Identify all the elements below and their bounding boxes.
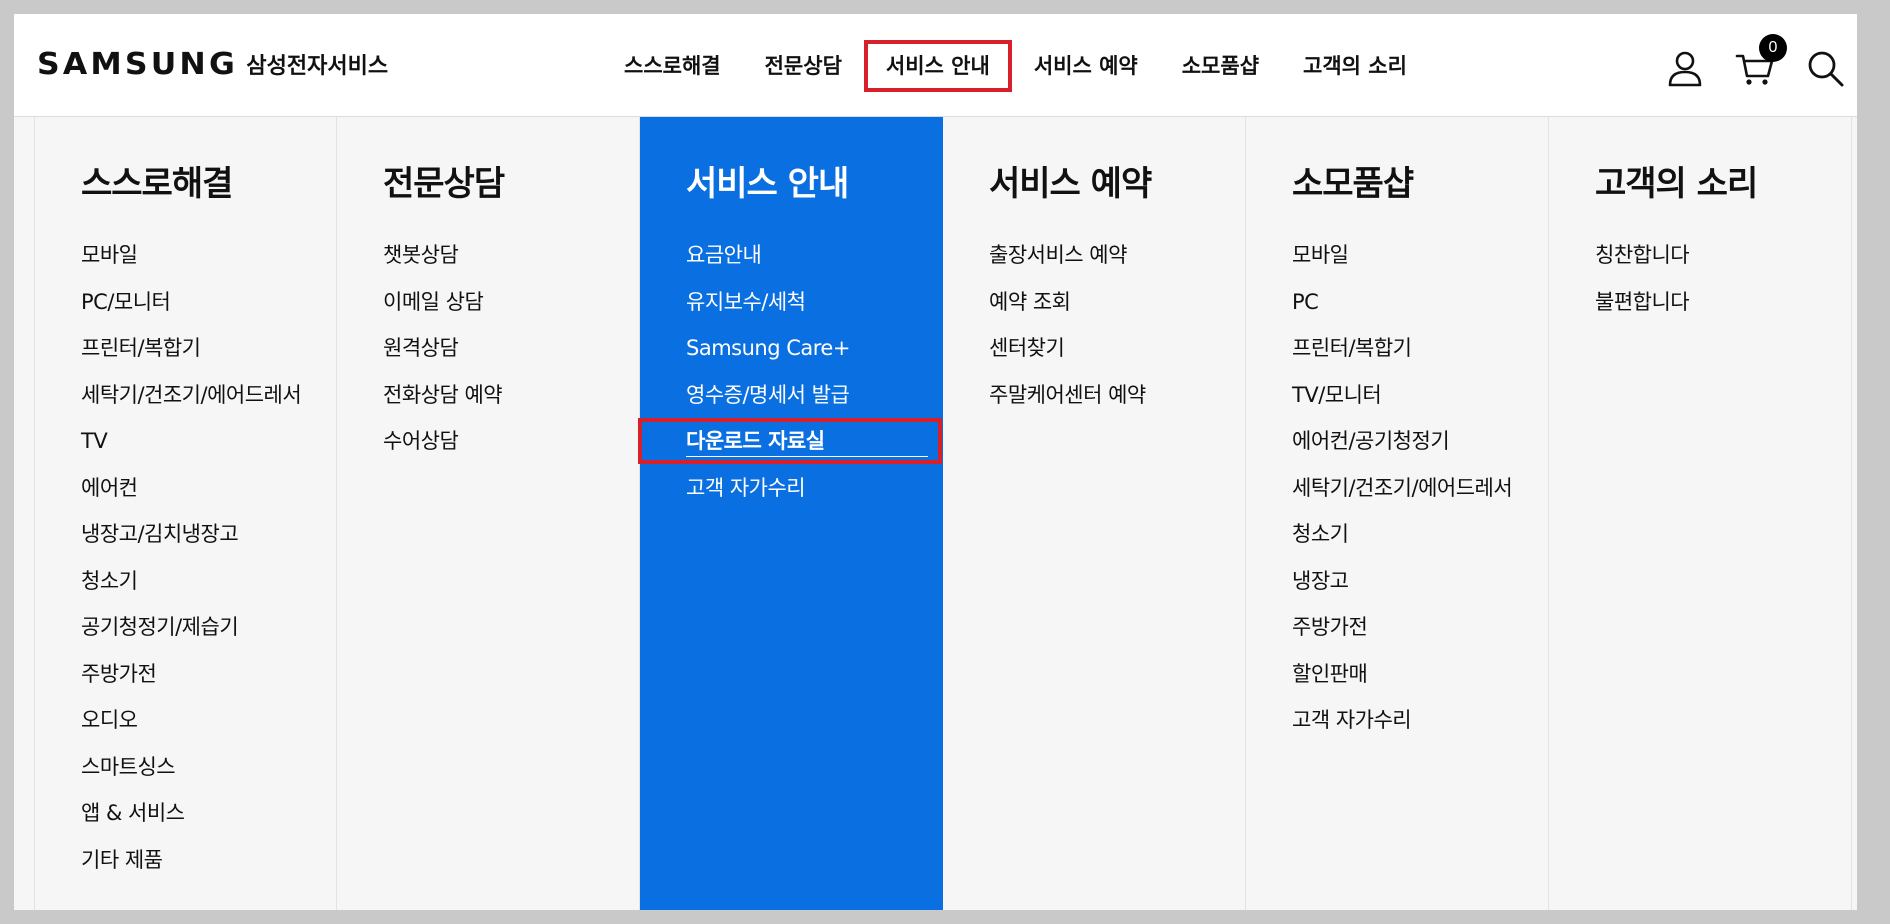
- menu-link[interactable]: 챗봇상담: [383, 232, 639, 279]
- menu-link[interactable]: 이메일 상담: [383, 279, 639, 326]
- menu-column-service-reservation: 서비스 예약 출장서비스 예약 예약 조회 센터찾기 주말케어센터 예약: [943, 117, 1246, 910]
- site-header: SAMSUNG 삼성전자서비스 스스로해결 전문상담 서비스 안내 서비스 예약…: [14, 14, 1857, 117]
- nav-service-guide[interactable]: 서비스 안내: [863, 40, 1012, 92]
- highlight-box: [638, 418, 942, 464]
- menu-link[interactable]: 영수증/명세서 발급: [686, 372, 942, 419]
- menu-link[interactable]: Samsung Care+: [686, 325, 942, 372]
- menu-link[interactable]: 전화상담 예약: [383, 372, 639, 419]
- menu-column-self-solve: 스스로해결 모바일 PC/모니터 프린터/복합기 세탁기/건조기/에어드레서 T…: [34, 117, 337, 910]
- menu-column-consumables-shop: 소모품샵 모바일 PC 프린터/복합기 TV/모니터 에어컨/공기청정기 세탁기…: [1246, 117, 1549, 910]
- search-icon[interactable]: [1805, 48, 1845, 88]
- menu-link[interactable]: 청소기: [81, 558, 336, 605]
- menu-link[interactable]: 프린터/복합기: [81, 325, 336, 372]
- menu-link[interactable]: 주방가전: [1292, 604, 1548, 651]
- menu-link[interactable]: 고객 자가수리: [686, 465, 942, 512]
- menu-link[interactable]: TV/모니터: [1292, 372, 1548, 419]
- menu-link[interactable]: 요금안내: [686, 232, 942, 279]
- menu-link[interactable]: 오디오: [81, 697, 336, 744]
- user-icon[interactable]: [1665, 48, 1705, 88]
- menu-link[interactable]: 할인판매: [1292, 651, 1548, 698]
- browser-viewport: SAMSUNG 삼성전자서비스 스스로해결 전문상담 서비스 안내 서비스 예약…: [14, 14, 1857, 910]
- menu-link[interactable]: 앱 & 서비스: [81, 790, 336, 837]
- menu-link[interactable]: TV: [81, 418, 336, 465]
- nav-expert-consult[interactable]: 전문상담: [743, 40, 864, 92]
- menu-link[interactable]: 스마트싱스: [81, 744, 336, 791]
- cart-count-badge: 0: [1759, 34, 1787, 62]
- main-navigation: 스스로해결 전문상담 서비스 안내 서비스 예약 소모품샵 고객의 소리: [602, 40, 1429, 92]
- menu-link[interactable]: 에어컨: [81, 465, 336, 512]
- menu-link[interactable]: 유지보수/세척: [686, 279, 942, 326]
- logo-brand: SAMSUNG: [37, 46, 238, 82]
- menu-link[interactable]: 세탁기/건조기/에어드레서: [1292, 465, 1548, 512]
- menu-link-download-center[interactable]: 다운로드 자료실: [638, 418, 942, 465]
- samsung-logo[interactable]: SAMSUNG 삼성전자서비스: [37, 44, 388, 84]
- menu-link[interactable]: 에어컨/공기청정기: [1292, 418, 1548, 465]
- nav-service-reservation[interactable]: 서비스 예약: [1012, 40, 1160, 92]
- menu-link[interactable]: 냉장고: [1292, 558, 1548, 605]
- menu-link[interactable]: 세탁기/건조기/에어드레서: [81, 372, 336, 419]
- menu-column-expert-consult: 전문상담 챗봇상담 이메일 상담 원격상담 전화상담 예약 수어상담: [337, 117, 640, 910]
- menu-link[interactable]: 고객 자가수리: [1292, 697, 1548, 744]
- menu-right-gap: [1852, 117, 1857, 910]
- nav-self-solve[interactable]: 스스로해결: [602, 40, 743, 92]
- mega-menu: 스스로해결 모바일 PC/모니터 프린터/복합기 세탁기/건조기/에어드레서 T…: [14, 117, 1857, 910]
- menu-link[interactable]: 모바일: [81, 232, 336, 279]
- menu-link[interactable]: 센터찾기: [989, 325, 1245, 372]
- menu-link[interactable]: PC/모니터: [81, 279, 336, 326]
- menu-column-customer-voice: 고객의 소리 칭찬합니다 불편합니다: [1549, 117, 1852, 910]
- column-title[interactable]: 서비스 예약: [989, 160, 1245, 208]
- menu-link[interactable]: 프린터/복합기: [1292, 325, 1548, 372]
- menu-link[interactable]: 칭찬합니다: [1595, 232, 1851, 279]
- menu-link[interactable]: 예약 조회: [989, 279, 1245, 326]
- menu-link[interactable]: 불편합니다: [1595, 279, 1851, 326]
- menu-link[interactable]: 청소기: [1292, 511, 1548, 558]
- column-title[interactable]: 서비스 안내: [686, 160, 942, 208]
- menu-link[interactable]: 출장서비스 예약: [989, 232, 1245, 279]
- menu-link[interactable]: 주방가전: [81, 651, 336, 698]
- menu-link[interactable]: 기타 제품: [81, 837, 336, 884]
- menu-link[interactable]: 원격상담: [383, 325, 639, 372]
- logo-service-name: 삼성전자서비스: [246, 54, 389, 79]
- cart-icon[interactable]: 0: [1735, 34, 1787, 88]
- nav-consumables-shop[interactable]: 소모품샵: [1160, 40, 1281, 92]
- menu-link[interactable]: 냉장고/김치냉장고: [81, 511, 336, 558]
- menu-link[interactable]: 모바일: [1292, 232, 1548, 279]
- column-title[interactable]: 전문상담: [383, 160, 639, 208]
- column-title[interactable]: 스스로해결: [81, 160, 336, 208]
- nav-customer-voice[interactable]: 고객의 소리: [1281, 40, 1429, 92]
- column-title[interactable]: 고객의 소리: [1595, 160, 1851, 208]
- menu-link[interactable]: 수어상담: [383, 418, 639, 465]
- menu-link[interactable]: 주말케어센터 예약: [989, 372, 1245, 419]
- menu-link[interactable]: 공기청정기/제습기: [81, 604, 336, 651]
- column-title[interactable]: 소모품샵: [1292, 160, 1548, 208]
- menu-column-service-guide: 서비스 안내 요금안내 유지보수/세척 Samsung Care+ 영수증/명세…: [638, 117, 943, 910]
- menu-link[interactable]: PC: [1292, 279, 1548, 326]
